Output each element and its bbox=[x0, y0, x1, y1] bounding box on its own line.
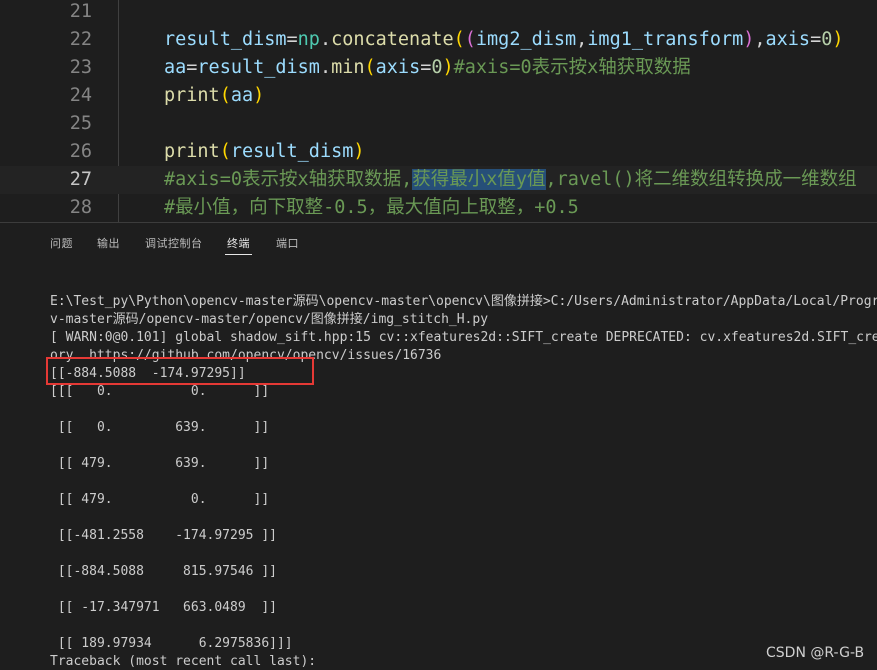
terminal-array-row: [[ 479. 639. ]] bbox=[50, 456, 270, 471]
code-token: = bbox=[286, 29, 298, 50]
terminal-array-row: [[-884.5088 815.97546 ]] bbox=[50, 564, 277, 579]
code-comment-token: #axis=0表示按x轴获取数据 bbox=[453, 57, 691, 78]
line-number: 26 bbox=[69, 141, 92, 162]
code-editor[interactable]: 21 22 result_dism=np.concatenate((img2_dis… bbox=[0, 0, 877, 222]
code-token: . bbox=[319, 57, 332, 78]
terminal-output[interactable]: E:\Test_py\Python\opencv-master源码\opencv… bbox=[50, 293, 877, 670]
code-comment-token: #最小值，向下取整-0.5，最大值向上取整，+0.5 bbox=[164, 197, 579, 218]
tab-debug-console[interactable]: 调试控制台 bbox=[145, 235, 203, 251]
panel-tab-bar: 问题 输出 调试控制台 终端 端口 bbox=[0, 223, 877, 263]
code-text: aa=result_dism.min(axis=0)#axis=0表示按x轴获取… bbox=[164, 54, 691, 82]
line-number: 24 bbox=[69, 85, 92, 106]
code-token: , bbox=[754, 29, 766, 50]
tab-terminal[interactable]: 终端 bbox=[225, 235, 252, 255]
code-text: result_dism=np.concatenate((img2_dism,im… bbox=[164, 26, 844, 54]
code-line[interactable]: 22 result_dism=np.concatenate((img2_dism,… bbox=[0, 26, 877, 54]
terminal-command-line: v-master源码/opencv-master/opencv/图像拼接/img… bbox=[50, 312, 489, 327]
code-line[interactable]: 27 #axis=0表示按x轴获取数据,获得最小x值y值,ravel()将二维数组… bbox=[0, 166, 877, 194]
code-token: np bbox=[297, 29, 320, 50]
tab-output[interactable]: 输出 bbox=[97, 235, 120, 251]
tab-problems[interactable]: 问题 bbox=[50, 235, 73, 251]
terminal-array-row: [[ 189.97934 6.2975836]]] bbox=[50, 636, 293, 651]
code-token: img1_transform bbox=[587, 29, 744, 50]
line-number: 28 bbox=[69, 197, 92, 218]
code-line[interactable]: 23 aa=result_dism.min(axis=0)#axis=0表示按x轴… bbox=[0, 54, 877, 82]
code-token: = bbox=[420, 57, 432, 78]
code-token: aa bbox=[230, 85, 254, 106]
tab-ports[interactable]: 端口 bbox=[276, 235, 299, 251]
code-token: img2_dism bbox=[475, 29, 577, 50]
code-token: axis bbox=[375, 57, 421, 78]
code-token: ) bbox=[743, 29, 755, 50]
code-text: #最小值，向下取整-0.5，最大值向上取整，+0.5 bbox=[164, 194, 579, 222]
code-token: ) bbox=[442, 57, 454, 78]
code-token: ) bbox=[253, 85, 265, 106]
code-text: print(result_dism) bbox=[164, 138, 365, 166]
code-token: , bbox=[576, 29, 588, 50]
line-number: 22 bbox=[69, 29, 92, 50]
code-token: print bbox=[164, 141, 220, 162]
code-token: 0 bbox=[821, 29, 833, 50]
code-token: . bbox=[319, 29, 332, 50]
terminal-array-row: [[ 0. 639. ]] bbox=[50, 420, 270, 435]
line-number: 21 bbox=[69, 1, 92, 22]
terminal-command-line: E:\Test_py\Python\opencv-master源码\opencv… bbox=[50, 294, 877, 309]
terminal-array-row: [[-481.2558 -174.97295 ]] bbox=[50, 528, 277, 543]
watermark: CSDN @R-G-B bbox=[766, 645, 865, 661]
code-line[interactable]: 28 #最小值，向下取整-0.5，最大值向上取整，+0.5 bbox=[0, 194, 877, 222]
code-token: result_dism bbox=[164, 29, 287, 50]
terminal-array-row: [[ 479. 0. ]] bbox=[50, 492, 270, 507]
code-line[interactable]: 21 bbox=[0, 0, 877, 26]
code-token: ( bbox=[453, 29, 465, 50]
code-comment-token: ,ravel()将二维数组转换成一维数组 bbox=[545, 169, 857, 190]
highlight-annotation-box bbox=[46, 357, 314, 385]
code-text: #axis=0表示按x轴获取数据,获得最小x值y值,ravel()将二维数组转换… bbox=[164, 166, 857, 194]
code-token: = bbox=[186, 57, 198, 78]
code-text: print(aa) bbox=[164, 82, 264, 110]
code-token: ( bbox=[219, 85, 231, 106]
code-token: result_dism bbox=[230, 141, 354, 162]
code-token: ( bbox=[464, 29, 476, 50]
code-token: min bbox=[331, 57, 365, 78]
code-token: print bbox=[164, 85, 220, 106]
code-token: ) bbox=[832, 29, 844, 50]
code-line[interactable]: 25 bbox=[0, 110, 877, 138]
code-token: concatenate bbox=[331, 29, 454, 50]
code-token: ( bbox=[364, 57, 376, 78]
terminal-array-row: [[[ 0. 0. ]] bbox=[50, 384, 270, 399]
code-token: = bbox=[810, 29, 822, 50]
code-comment-token: #axis=0表示按x轴获取数据, bbox=[164, 169, 413, 190]
terminal-traceback: Traceback (most recent call last): bbox=[50, 654, 317, 669]
bottom-panel: 问题 输出 调试控制台 终端 端口 E:\Test_py\Python\opencv-m… bbox=[0, 222, 877, 670]
code-comment-token: 获得最小x值y值 bbox=[412, 169, 546, 190]
code-line[interactable]: 26 print(result_dism) bbox=[0, 138, 877, 166]
line-number: 23 bbox=[69, 57, 92, 78]
line-number: 27 bbox=[69, 169, 92, 190]
terminal-array-row: [[ -17.347971 663.0489 ]] bbox=[50, 600, 277, 615]
code-token: result_dism bbox=[197, 57, 320, 78]
code-token: ) bbox=[353, 141, 365, 162]
code-token: axis bbox=[765, 29, 811, 50]
code-token: 0 bbox=[431, 57, 443, 78]
code-token: ( bbox=[219, 141, 231, 162]
line-number: 25 bbox=[69, 113, 92, 134]
code-token: aa bbox=[164, 57, 187, 78]
code-line[interactable]: 24 print(aa) bbox=[0, 82, 877, 110]
terminal-warning-line: [ WARN:0@0.101] global shadow_sift.hpp:1… bbox=[50, 330, 877, 345]
